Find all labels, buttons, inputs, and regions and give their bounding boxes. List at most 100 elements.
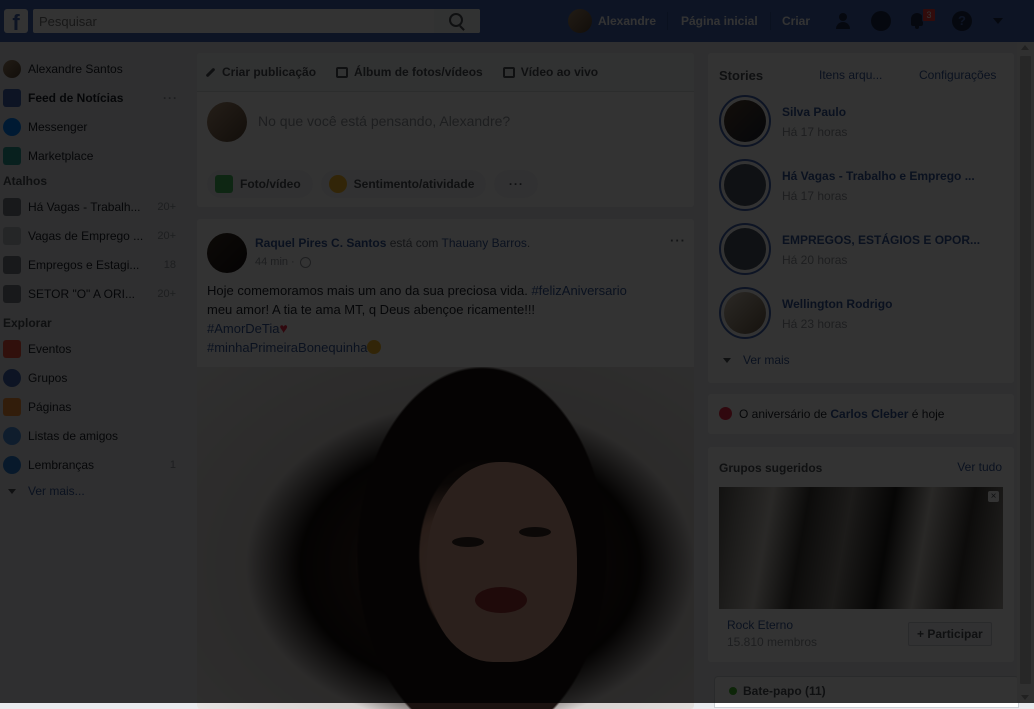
chat-bar[interactable]: Bate-papo (11) [714,676,1019,708]
search-button[interactable] [434,9,480,33]
divider [770,12,771,30]
more-options-icon[interactable]: ··· [163,91,178,105]
see-all-link[interactable]: Ver tudo [957,460,1002,474]
sidebar-item-profile[interactable]: Alexandre Santos [0,54,190,83]
sidebar-item-memories[interactable]: Lembranças 1 [0,450,190,479]
smile-emoji-icon [367,340,382,354]
sidebar-item-shortcut[interactable]: SETOR "O" A ORI... 20+ [0,279,190,308]
story-item[interactable]: EMPREGOS, ESTÁGIOS E OPOR... Há 20 horas [719,223,1009,279]
count: 20+ [157,200,176,213]
sidebar-item-label: Vagas de Emprego ... [28,228,144,243]
see-more-label: Ver mais [743,353,790,367]
tab-live-video[interactable]: Vídeo ao vivo [502,65,598,79]
photo-video-button[interactable]: Foto/vídeo [207,170,313,198]
feed-post: Raquel Pires C. Santos está com Thauany … [197,219,694,709]
group-icon [3,226,21,245]
story-avatar-ring [719,287,771,339]
group-name[interactable]: Rock Eterno [727,618,793,632]
more-options-button[interactable]: ··· [494,170,539,198]
facebook-logo-icon[interactable]: f [4,9,28,33]
avatar [3,59,21,78]
sidebar-item-shortcut[interactable]: Empregos e Estagi... 18 [0,250,190,279]
tagged-person[interactable]: Thauany Barros [442,236,527,250]
sidebar-item-events[interactable]: Eventos [0,334,190,363]
sidebar-item-label: Há Vagas - Trabalh... [28,199,141,214]
join-group-button[interactable]: + Participar [908,622,992,646]
birthday-card: O aniversário de Carlos Cleber é hoje [708,394,1014,434]
friend-requests-icon[interactable] [835,11,855,31]
count: 20+ [157,229,176,242]
settings-link[interactable]: Configurações [919,68,996,82]
post-options-icon[interactable]: ··· [670,233,686,248]
close-icon[interactable]: × [988,491,999,502]
group-cover-photo[interactable]: × [719,487,1003,609]
scrollbar-thumb[interactable] [1020,56,1031,684]
profile-link[interactable]: Alexandre [568,9,656,33]
search-input[interactable] [33,9,445,33]
post-photo[interactable] [197,367,694,709]
tab-create-post[interactable]: Criar publicação [205,65,316,79]
photo-icon [215,175,233,193]
video-camera-icon [502,66,515,78]
events-icon [3,339,21,358]
birthday-person[interactable]: Carlos Cleber [830,407,908,421]
archive-link[interactable]: Itens arqu... [819,68,882,82]
sidebar-item-shortcut[interactable]: Vagas de Emprego ... 20+ [0,221,190,250]
sidebar-item-shortcut[interactable]: Há Vagas - Trabalh... 20+ [0,192,190,221]
hashtag[interactable]: #felizAniversario [531,283,626,298]
messenger-icon[interactable] [871,11,891,31]
groups-icon [3,368,21,387]
post-text-line: Hoje comemoramos mais um ano da sua prec… [207,283,528,298]
see-more-link[interactable]: Ver mais... [0,479,190,503]
scrollbar[interactable] [1017,42,1034,703]
story-item[interactable]: Há Vagas - Trabalho e Emprego ... Há 17 … [719,159,1009,215]
stories-see-more-link[interactable]: Ver mais [719,353,790,367]
sidebar-item-pages[interactable]: Páginas [0,392,190,421]
tab-label: Álbum de fotos/vídeos [354,65,483,79]
home-link[interactable]: Página inicial [681,14,758,28]
button-label: Sentimento/atividade [353,177,475,191]
sidebar-item-friend-lists[interactable]: Listas de amigos [0,421,190,450]
post-author[interactable]: Raquel Pires C. Santos [255,236,386,250]
smiley-icon [328,175,347,193]
help-icon[interactable]: ? [952,11,972,31]
composer-body: No que você está pensando, Alexandre? [197,92,694,150]
sidebar-item-label: Listas de amigos [28,428,119,443]
memories-icon [3,455,21,474]
story-name: Silva Paulo [782,105,847,119]
story-avatar-ring [719,159,771,211]
pencil-icon [205,67,216,77]
create-link[interactable]: Criar [782,14,810,28]
status-input[interactable]: No que você está pensando, Alexandre? [258,113,510,129]
sidebar-item-label: SETOR "O" A ORI... [28,286,135,301]
sidebar-item-groups[interactable]: Grupos [0,363,190,392]
story-avatar-ring [719,95,771,147]
profile-name: Alexandre [598,14,657,28]
story-name: Há Vagas - Trabalho e Emprego ... [782,169,975,183]
feeling-activity-button[interactable]: Sentimento/atividade [320,170,487,198]
account-menu-caret-icon[interactable] [993,18,1003,24]
scroll-down-arrow-icon[interactable] [1021,695,1029,700]
scroll-up-arrow-icon[interactable] [1021,45,1029,50]
story-item[interactable]: Wellington Rodrigo Há 23 horas [719,287,1009,343]
sidebar-item-messenger[interactable]: Messenger [0,112,190,141]
post-time[interactable]: 44 min [255,256,288,268]
story-name: Wellington Rodrigo [782,297,893,311]
sidebar-item-news-feed[interactable]: Feed de Notícias ··· [0,83,190,112]
separator: · [291,256,295,268]
hashtag[interactable]: #minhaPrimeiraBonequinha [207,340,367,355]
count: 18 [163,258,176,271]
composer-tabs: Criar publicação Álbum de fotos/vídeos V… [197,53,694,92]
tab-photo-album[interactable]: Álbum de fotos/vídeos [336,65,483,79]
messenger-icon [3,117,21,136]
pages-icon [3,397,21,416]
chevron-down-icon [723,357,731,363]
hashtag[interactable]: #AmorDeTia [207,321,279,336]
see-more-label: Ver mais... [28,484,85,498]
suggested-groups-card: Grupos sugeridos Ver tudo × Rock Eterno … [708,447,1014,662]
post-header: Raquel Pires C. Santos está com Thauany … [255,236,530,250]
post-text-line: meu amor! A tia te ama MT, q Deus abenço… [207,302,536,317]
story-item[interactable]: Silva Paulo Há 17 horas [719,95,1009,151]
sidebar-item-marketplace[interactable]: Marketplace [0,141,190,170]
avatar[interactable] [207,233,247,273]
